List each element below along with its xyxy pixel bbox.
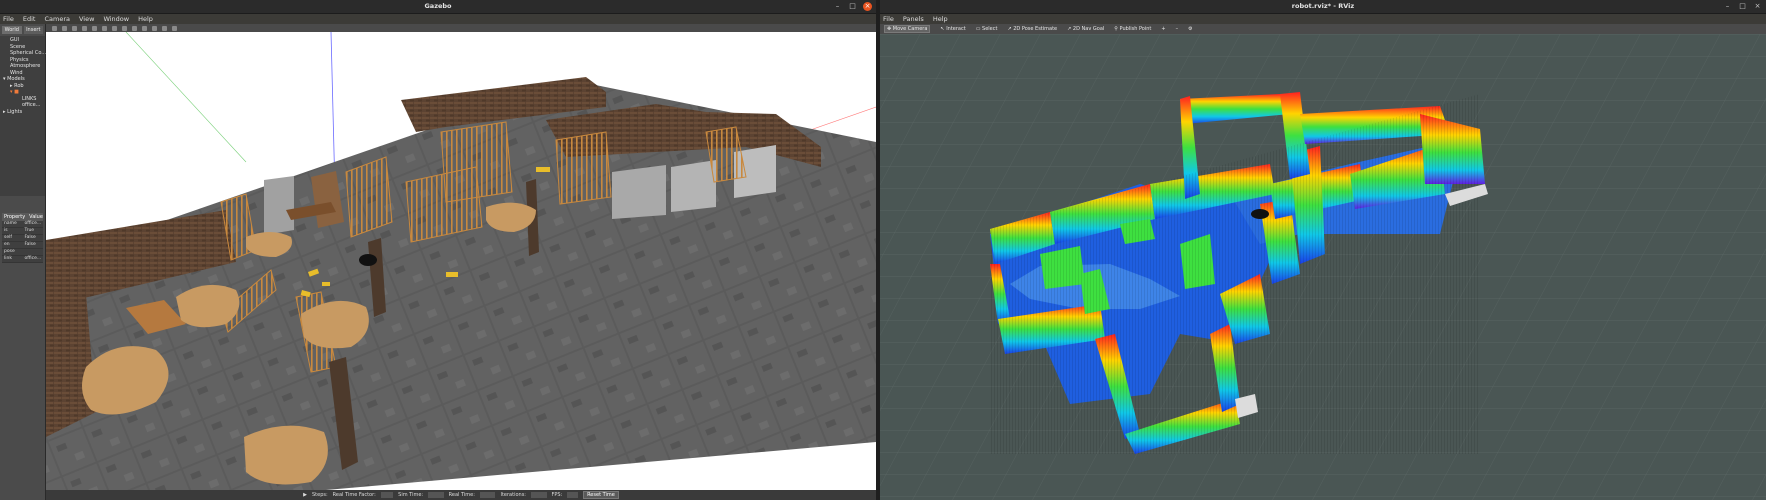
grey-panel [612, 165, 666, 219]
robot [359, 254, 377, 266]
minimize-icon[interactable]: – [833, 2, 842, 11]
real-time-value [479, 492, 496, 498]
prop-row[interactable]: is True [2, 228, 43, 235]
sphere-shape-icon[interactable] [122, 25, 127, 31]
debris [446, 272, 458, 277]
gazebo-window: Gazebo – □ × File Edit Camera View Windo… [0, 0, 876, 500]
tab-insert[interactable]: Insert [23, 26, 43, 34]
translate-mode-icon[interactable] [62, 25, 67, 31]
tool-properties-icon[interactable]: ⚙ [1188, 26, 1192, 32]
maximize-icon[interactable]: □ [1738, 2, 1747, 11]
world-tree: GUI Scene Spherical Co... Physics Atmosp… [0, 36, 46, 196]
world-panel: World Insert GUI Scene Spherical Co... P… [0, 24, 46, 500]
tool-select[interactable]: ▭ Select [976, 26, 998, 32]
point-light-icon[interactable] [142, 25, 147, 31]
steps-label: Steps: [311, 492, 328, 498]
robot [1251, 209, 1269, 219]
cylinder-shape-icon[interactable] [132, 25, 137, 31]
menu-view[interactable]: View [79, 14, 94, 24]
tree-item-lights[interactable]: ▸ Lights [3, 109, 42, 116]
close-icon[interactable]: × [1753, 2, 1762, 11]
debris [322, 282, 330, 286]
fence [555, 131, 612, 205]
fps-label: FPS: [551, 492, 563, 498]
directional-light-icon[interactable] [162, 25, 167, 31]
spot-light-icon[interactable] [152, 25, 157, 31]
sim-time-label: Sim Time: [398, 492, 424, 498]
rviz-3d-viewport[interactable] [880, 34, 1766, 500]
menu-edit[interactable]: Edit [23, 14, 36, 24]
reset-time-button[interactable]: Reset Time [583, 491, 619, 499]
props-header-property: Property [4, 214, 26, 220]
gazebo-menubar: File Edit Camera View Window Help [0, 14, 876, 24]
tool-2d-pose-estimate[interactable]: ↗ 2D Pose Estimate [1007, 26, 1057, 32]
prop-row[interactable]: en False [2, 242, 43, 249]
gazebo-scene [46, 32, 876, 490]
window-title: robot.rviz* - RViz [1291, 2, 1355, 10]
prop-row[interactable]: link office... [2, 256, 43, 263]
box-shape-icon[interactable] [112, 25, 117, 31]
menu-file[interactable]: File [883, 14, 894, 24]
prop-row[interactable]: pose [2, 249, 43, 256]
gazebo-statusbar: ▶ Steps: Real Time Factor: Sim Time: Rea… [46, 490, 876, 500]
minimize-icon[interactable]: – [1723, 2, 1732, 11]
property-panel: Property Value name office... is True self… [2, 213, 43, 263]
rtf-value [380, 492, 394, 498]
undo-icon[interactable] [92, 25, 97, 31]
grey-panel [671, 160, 716, 212]
screenshot-icon[interactable] [172, 25, 177, 31]
real-time-label: Real Time: [448, 492, 475, 498]
sand-patch [244, 425, 328, 485]
menu-window[interactable]: Window [103, 14, 129, 24]
props-header-value: Value [29, 214, 43, 220]
menu-help[interactable]: Help [138, 14, 153, 24]
fence [440, 121, 513, 203]
remove-tool-icon[interactable]: – [1176, 26, 1179, 32]
tool-interact[interactable]: ↖ Interact [940, 26, 965, 32]
prop-row[interactable]: name office... [2, 221, 43, 228]
gazebo-toolbar [46, 24, 876, 32]
rotate-mode-icon[interactable] [72, 25, 77, 31]
select-mode-icon[interactable] [52, 25, 57, 31]
gazebo-titlebar: Gazebo – □ × [0, 0, 876, 14]
rviz-scene [880, 34, 1766, 500]
rviz-window: robot.rviz* - RViz – □ × File Panels Hel… [880, 0, 1766, 500]
tool-move-camera[interactable]: ✥ Move Camera [884, 25, 931, 33]
menu-camera[interactable]: Camera [44, 14, 70, 24]
debris [536, 167, 550, 172]
window-title: Gazebo [424, 2, 452, 10]
iterations-label: Iterations: [500, 492, 526, 498]
rtf-label: Real Time Factor: [332, 492, 376, 498]
menu-help[interactable]: Help [933, 14, 948, 24]
fence [345, 156, 393, 238]
sim-time-value [428, 492, 444, 498]
prop-row[interactable]: self False [2, 235, 43, 242]
rviz-titlebar: robot.rviz* - RViz – □ × [880, 0, 1766, 14]
add-tool-icon[interactable]: + [1161, 26, 1165, 32]
maximize-icon[interactable]: □ [848, 2, 857, 11]
tool-publish-point[interactable]: ⚲ Publish Point [1114, 26, 1151, 32]
scale-mode-icon[interactable] [82, 25, 87, 31]
menu-panels[interactable]: Panels [903, 14, 924, 24]
gazebo-3d-viewport[interactable] [46, 32, 876, 490]
rviz-menubar: File Panels Help [880, 14, 1766, 24]
iterations-value [530, 492, 547, 498]
fps-value [567, 492, 579, 498]
tab-world[interactable]: World [2, 26, 22, 34]
tool-2d-nav-goal[interactable]: ↗ 2D Nav Goal [1067, 26, 1104, 32]
play-pause-icon[interactable]: ▶ [303, 492, 307, 498]
close-icon[interactable]: × [863, 2, 872, 11]
rviz-toolbar: ✥ Move Camera ↖ Interact ▭ Select ↗ 2D P… [880, 24, 1766, 34]
menu-file[interactable]: File [3, 14, 14, 24]
grey-panel [264, 176, 294, 235]
redo-icon[interactable] [102, 25, 107, 31]
